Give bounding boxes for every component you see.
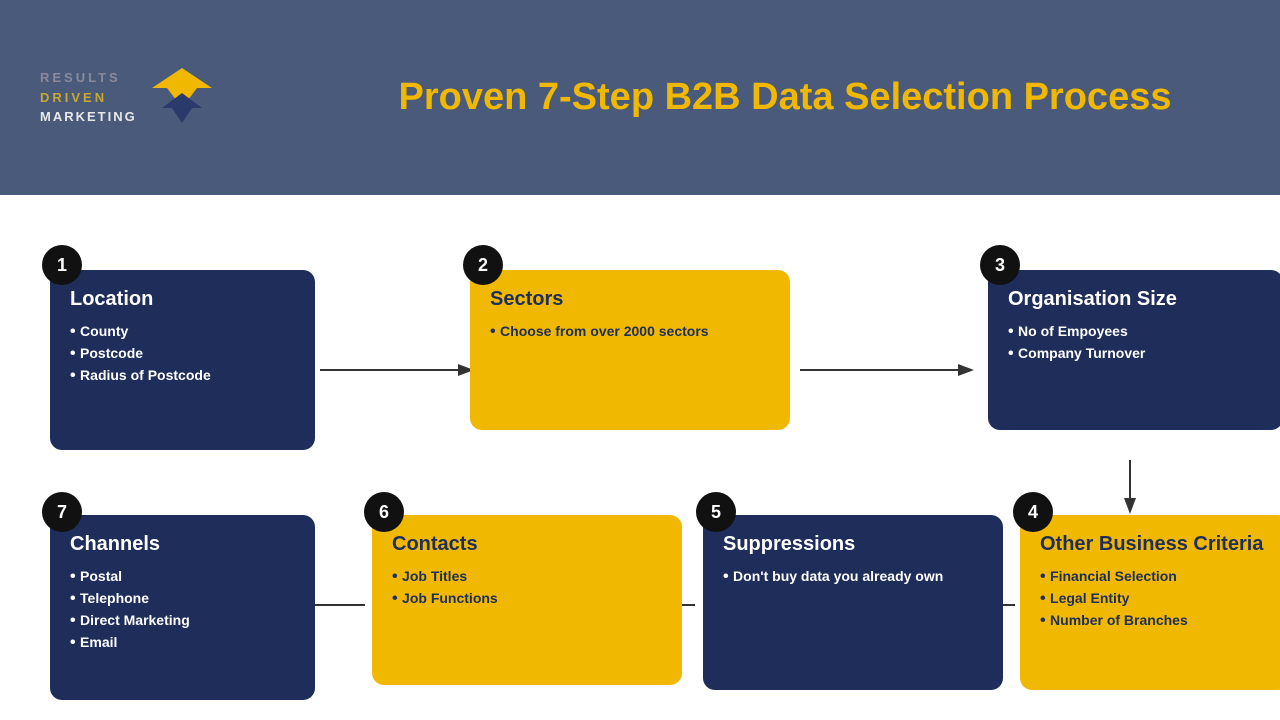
- step7-item-4: Email: [70, 632, 295, 654]
- step3-title: Organisation Size: [1008, 288, 1263, 311]
- step-num-3: 3: [980, 245, 1020, 285]
- step-box-channels: Channels Postal Telephone Direct Marketi…: [50, 515, 315, 700]
- logo-line1: RESULTS: [40, 68, 137, 88]
- step6-list: Job Titles Job Functions: [392, 566, 662, 610]
- step-num-1: 1: [42, 245, 82, 285]
- step5-title: Suppressions: [723, 533, 983, 556]
- step2-title: Sectors: [490, 288, 770, 311]
- page-title: Proven 7-Step B2B Data Selection Process: [310, 76, 1240, 119]
- step4-item-1: Financial Selection: [1040, 566, 1270, 588]
- step4-title: Other Business Criteria: [1040, 533, 1270, 556]
- step4-item-2: Legal Entity: [1040, 588, 1270, 610]
- logo-line2: DRIVEN: [40, 88, 137, 108]
- step7-list: Postal Telephone Direct Marketing Email: [70, 566, 295, 654]
- step7-title: Channels: [70, 533, 295, 556]
- step7-item-3: Direct Marketing: [70, 610, 295, 632]
- step3-item-1: No of Empoyees: [1008, 321, 1263, 343]
- logo-text: RESULTS DRIVEN MARKETING: [40, 68, 137, 127]
- step-num-6: 6: [364, 492, 404, 532]
- step7-item-1: Postal: [70, 566, 295, 588]
- step-box-contacts: Contacts Job Titles Job Functions: [372, 515, 682, 685]
- logo-icon: [147, 63, 217, 133]
- step1-list: County Postcode Radius of Postcode: [70, 321, 295, 387]
- step6-item-2: Job Functions: [392, 588, 662, 610]
- step5-list: Don't buy data you already own: [723, 566, 983, 588]
- step-num-4: 4: [1013, 492, 1053, 532]
- step-box-otherbiz: Other Business Criteria Financial Select…: [1020, 515, 1280, 690]
- step3-list: No of Empoyees Company Turnover: [1008, 321, 1263, 365]
- step-num-5: 5: [696, 492, 736, 532]
- logo-area: RESULTS DRIVEN MARKETING: [40, 63, 310, 133]
- step-box-suppressions: Suppressions Don't buy data you already …: [703, 515, 1003, 690]
- step3-item-2: Company Turnover: [1008, 343, 1263, 365]
- step-box-sectors: Sectors Choose from over 2000 sectors: [470, 270, 790, 430]
- step1-item-2: Postcode: [70, 343, 295, 365]
- step-box-orgsize: Organisation Size No of Empoyees Company…: [988, 270, 1280, 430]
- step2-item-1: Choose from over 2000 sectors: [490, 321, 770, 343]
- step-num-7: 7: [42, 492, 82, 532]
- step4-item-3: Number of Branches: [1040, 610, 1270, 632]
- step2-list: Choose from over 2000 sectors: [490, 321, 770, 343]
- step-num-2: 2: [463, 245, 503, 285]
- step7-item-2: Telephone: [70, 588, 295, 610]
- logo-line3: MARKETING: [40, 107, 137, 127]
- step5-item-1: Don't buy data you already own: [723, 566, 983, 588]
- step1-item-3: Radius of Postcode: [70, 365, 295, 387]
- step4-list: Financial Selection Legal Entity Number …: [1040, 566, 1270, 632]
- main-content: 1 Location County Postcode Radius of Pos…: [0, 195, 1280, 720]
- step1-title: Location: [70, 288, 295, 311]
- step6-title: Contacts: [392, 533, 662, 556]
- step-box-location: Location County Postcode Radius of Postc…: [50, 270, 315, 450]
- step6-item-1: Job Titles: [392, 566, 662, 588]
- steps-container: 1 Location County Postcode Radius of Pos…: [30, 215, 1250, 705]
- header: RESULTS DRIVEN MARKETING Proven 7-Step B…: [0, 0, 1280, 195]
- step1-item-1: County: [70, 321, 295, 343]
